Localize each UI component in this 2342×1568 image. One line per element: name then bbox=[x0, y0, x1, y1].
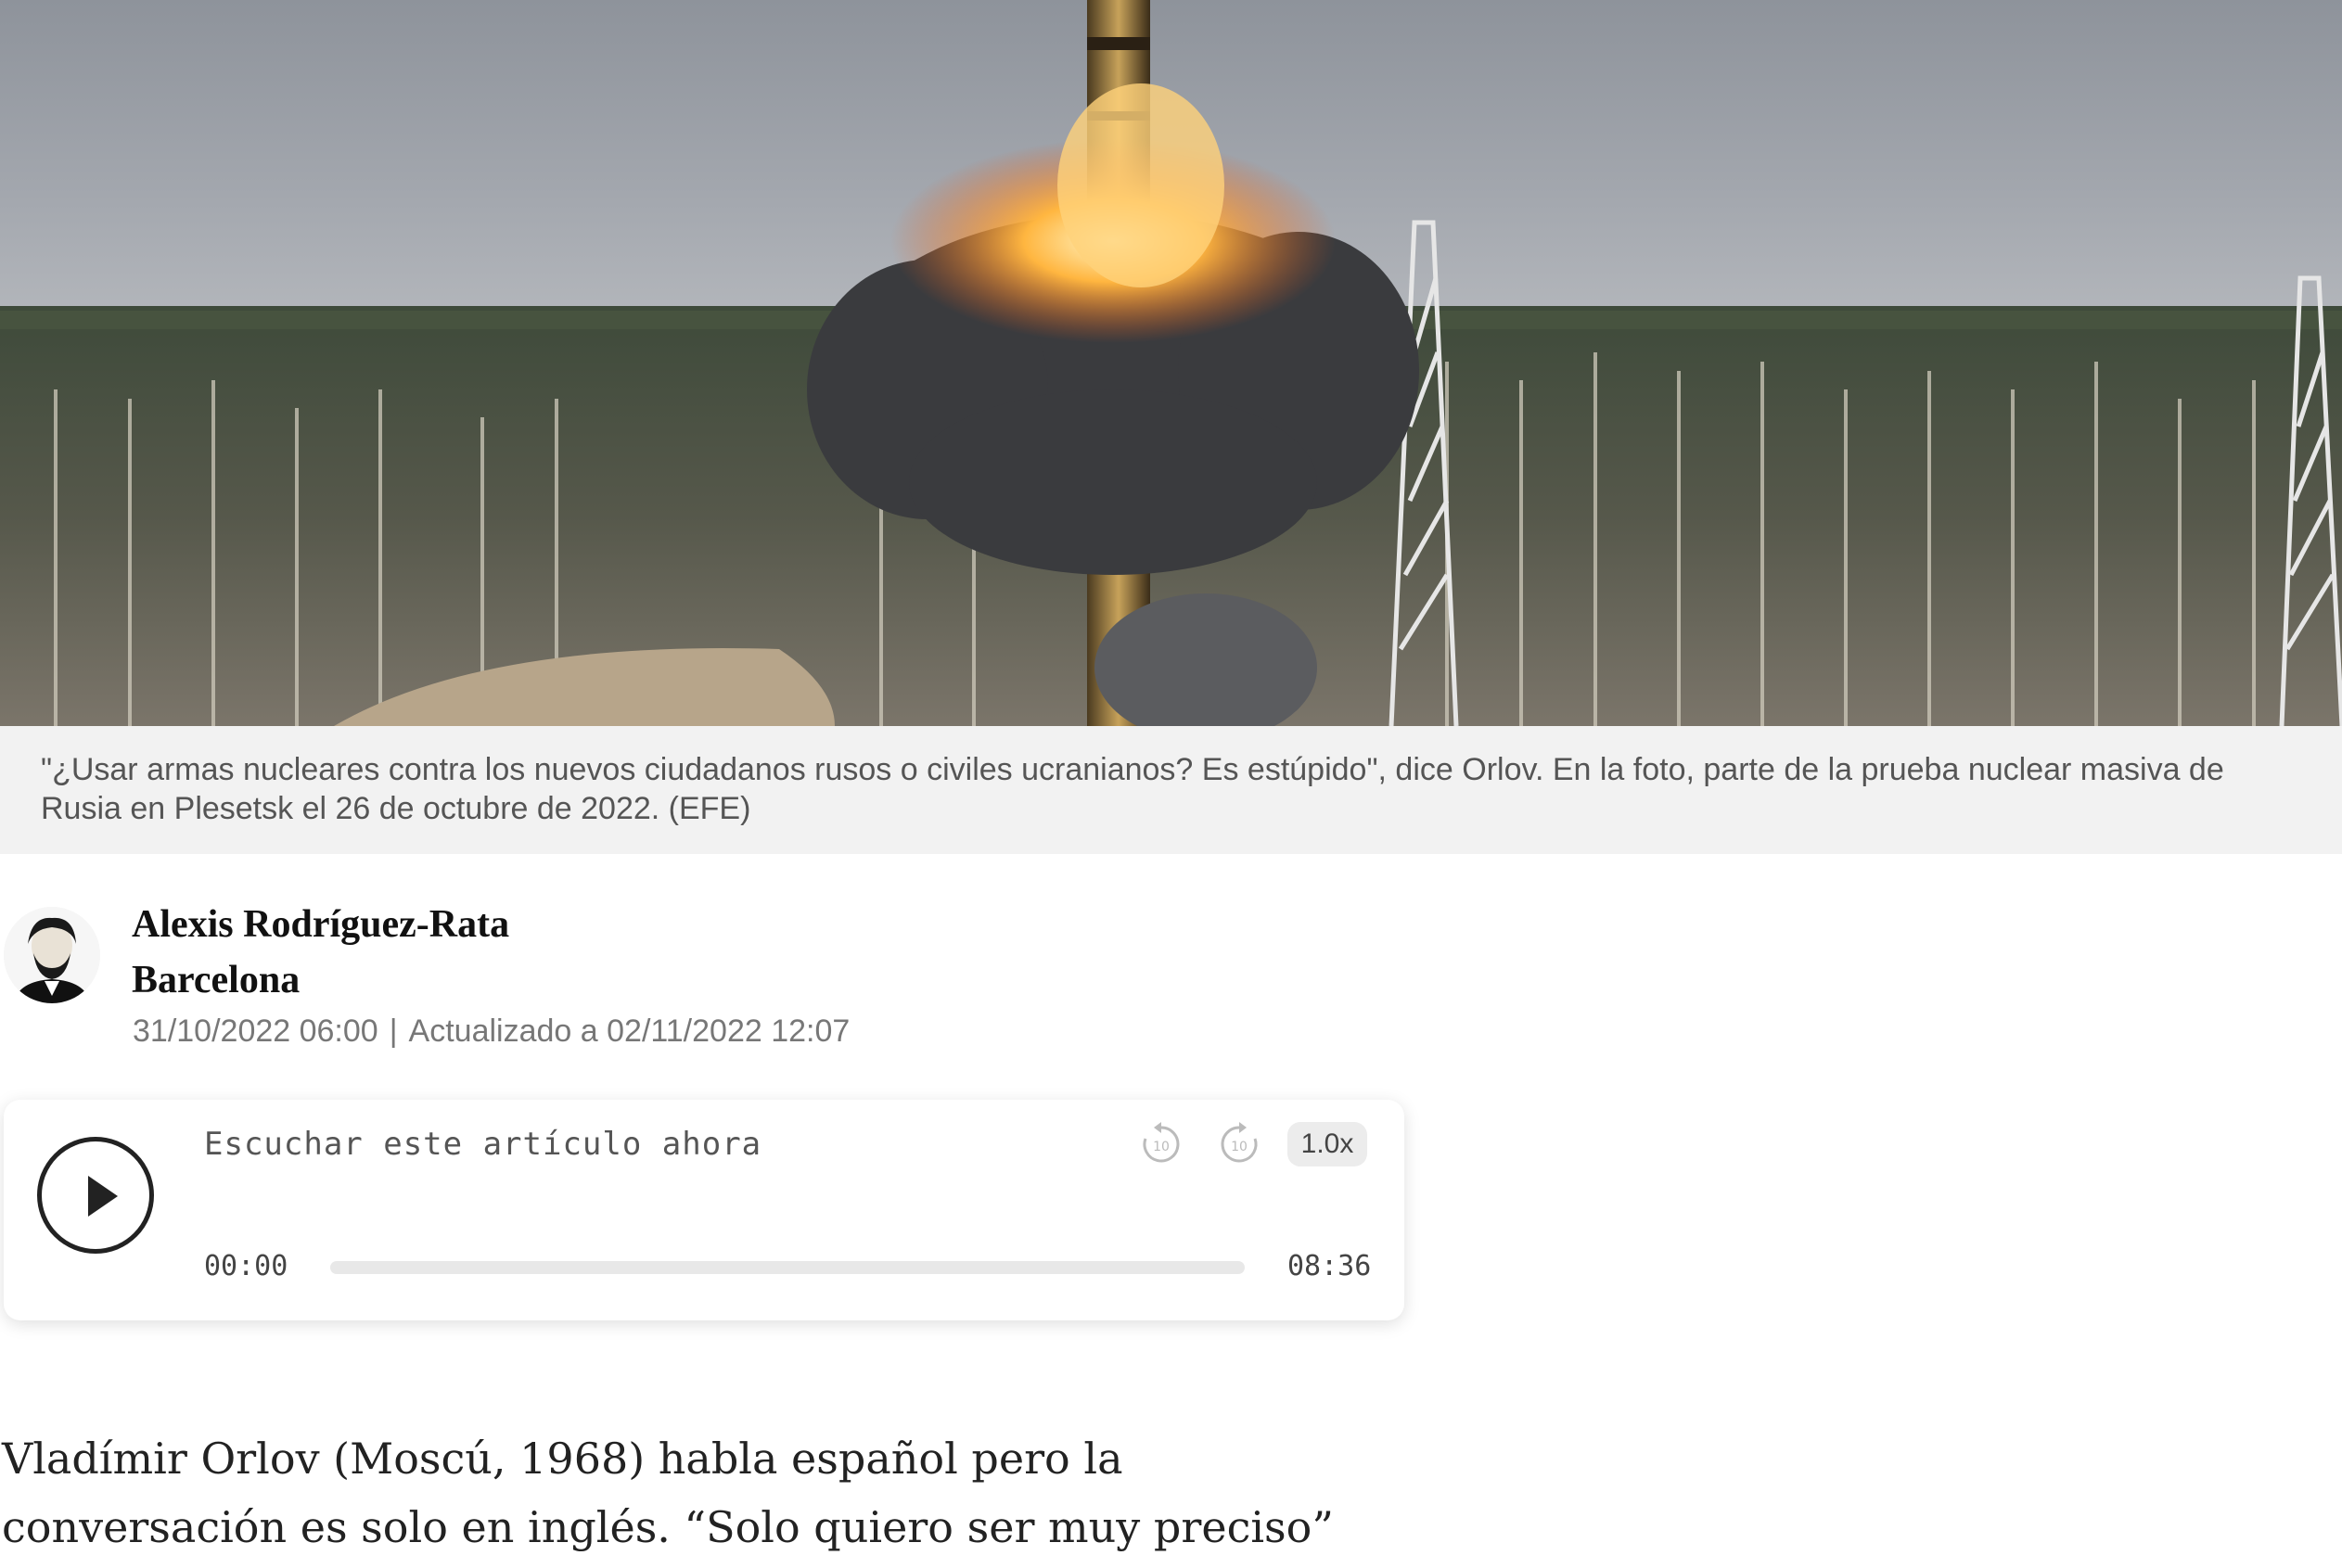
updated-date: Actualizado a 02/11/2022 12:07 bbox=[408, 1013, 851, 1049]
photo-caption: "¿Usar armas nucleares contra los nuevos… bbox=[0, 726, 2342, 854]
current-time: 00:00 bbox=[204, 1250, 288, 1282]
rewind-10-button[interactable]: 10 bbox=[1137, 1120, 1185, 1168]
date-separator: | bbox=[389, 1013, 398, 1049]
forward-10-button[interactable]: 10 bbox=[1215, 1120, 1263, 1168]
forward-10-icon: 10 bbox=[1221, 1122, 1258, 1163]
total-time: 08:36 bbox=[1287, 1250, 1372, 1282]
progress-bar[interactable] bbox=[330, 1261, 1245, 1274]
author-city: Barcelona bbox=[132, 959, 301, 1001]
forward-label: 10 bbox=[1231, 1140, 1248, 1154]
rewind-label: 10 bbox=[1153, 1140, 1170, 1154]
rewind-10-icon: 10 bbox=[1143, 1122, 1180, 1163]
caption-text: "¿Usar armas nucleares contra los nuevos… bbox=[41, 752, 2224, 826]
article-photo bbox=[0, 0, 2342, 726]
author-portrait-icon bbox=[4, 907, 100, 1003]
author-name[interactable]: Alexis Rodríguez-Rata bbox=[132, 901, 509, 948]
missile-launch-image bbox=[0, 0, 2342, 726]
playback-speed-button[interactable]: 1.0x bbox=[1287, 1122, 1367, 1166]
play-button[interactable] bbox=[37, 1137, 154, 1254]
dateline: 31/10/2022 06:00 | Actualizado a 02/11/202… bbox=[133, 1011, 850, 1052]
play-icon bbox=[88, 1176, 118, 1217]
author-avatar[interactable] bbox=[4, 907, 100, 1003]
player-title: Escuchar este artículo ahora bbox=[204, 1126, 762, 1163]
audio-player: Escuchar este artículo ahora 10 10 1.0x … bbox=[4, 1100, 1404, 1320]
published-date: 31/10/2022 06:00 bbox=[133, 1013, 378, 1049]
article-lead: Vladímir Orlov (Moscú, 1968) habla españ… bbox=[2, 1434, 1334, 1552]
